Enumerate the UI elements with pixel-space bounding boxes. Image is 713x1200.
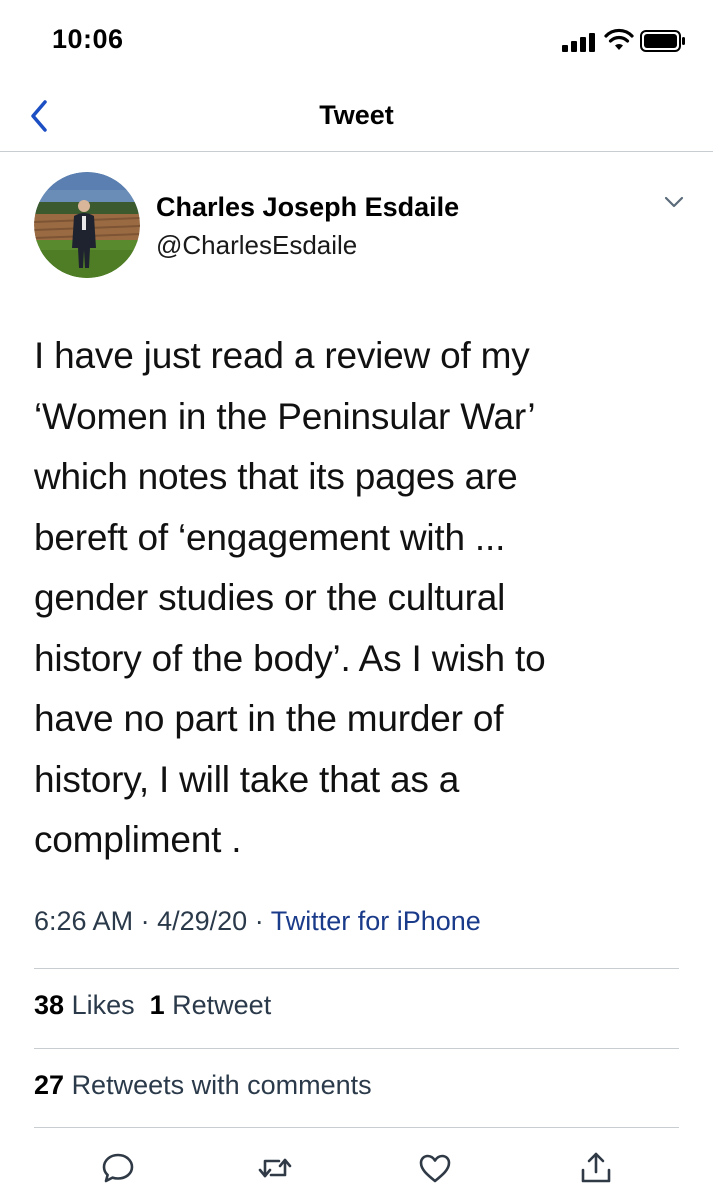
action-bar bbox=[0, 1150, 713, 1190]
author-handle[interactable]: @CharlesEsdaile bbox=[156, 230, 357, 261]
meta-separator: · bbox=[254, 906, 264, 936]
tweet-date: 4/29/20 bbox=[157, 906, 248, 936]
divider bbox=[34, 1048, 679, 1049]
divider bbox=[34, 968, 679, 969]
likes-count: 38 bbox=[34, 990, 65, 1020]
meta-separator: · bbox=[140, 906, 150, 936]
tweet-source-link[interactable]: Twitter for iPhone bbox=[271, 906, 481, 936]
like-icon[interactable] bbox=[417, 1150, 453, 1186]
page-title: Tweet bbox=[319, 100, 394, 130]
retweet-icon[interactable] bbox=[257, 1150, 293, 1186]
reply-icon[interactable] bbox=[100, 1150, 136, 1186]
share-icon[interactable] bbox=[578, 1150, 614, 1186]
tweet-stats: 38 Likes 1 Retweet bbox=[34, 990, 271, 1021]
retweets-stat[interactable]: 1 Retweet bbox=[150, 990, 272, 1020]
tweet-time: 6:26 AM bbox=[34, 906, 134, 936]
divider bbox=[34, 1127, 679, 1128]
likes-label: Likes bbox=[71, 990, 135, 1020]
tweet-meta: 6:26 AM · 4/29/20 · Twitter for iPhone bbox=[34, 906, 481, 937]
avatar[interactable] bbox=[34, 172, 140, 278]
retweets-label: Retweet bbox=[172, 990, 272, 1020]
signal-icon bbox=[562, 32, 596, 52]
retweets-with-comments-count: 27 bbox=[34, 1070, 65, 1100]
nav-bar: Tweet bbox=[0, 80, 713, 152]
status-time: 10:06 bbox=[52, 24, 124, 54]
wifi-icon bbox=[604, 28, 634, 50]
tweet-author: Charles Joseph Esdaile @CharlesEsdaile bbox=[34, 172, 694, 282]
retweets-count: 1 bbox=[149, 990, 165, 1020]
retweets-with-comments[interactable]: 27 Retweets with comments bbox=[34, 1070, 372, 1101]
likes-stat[interactable]: 38 Likes bbox=[34, 990, 135, 1020]
retweets-with-comments-label: Retweets with comments bbox=[71, 1070, 372, 1100]
status-bar: 10:06 bbox=[0, 0, 713, 80]
battery-icon bbox=[640, 30, 685, 52]
chevron-down-icon[interactable] bbox=[662, 194, 686, 210]
author-name[interactable]: Charles Joseph Esdaile bbox=[156, 192, 459, 223]
tweet-text: I have just read a review of my ‘Women i… bbox=[34, 335, 546, 860]
